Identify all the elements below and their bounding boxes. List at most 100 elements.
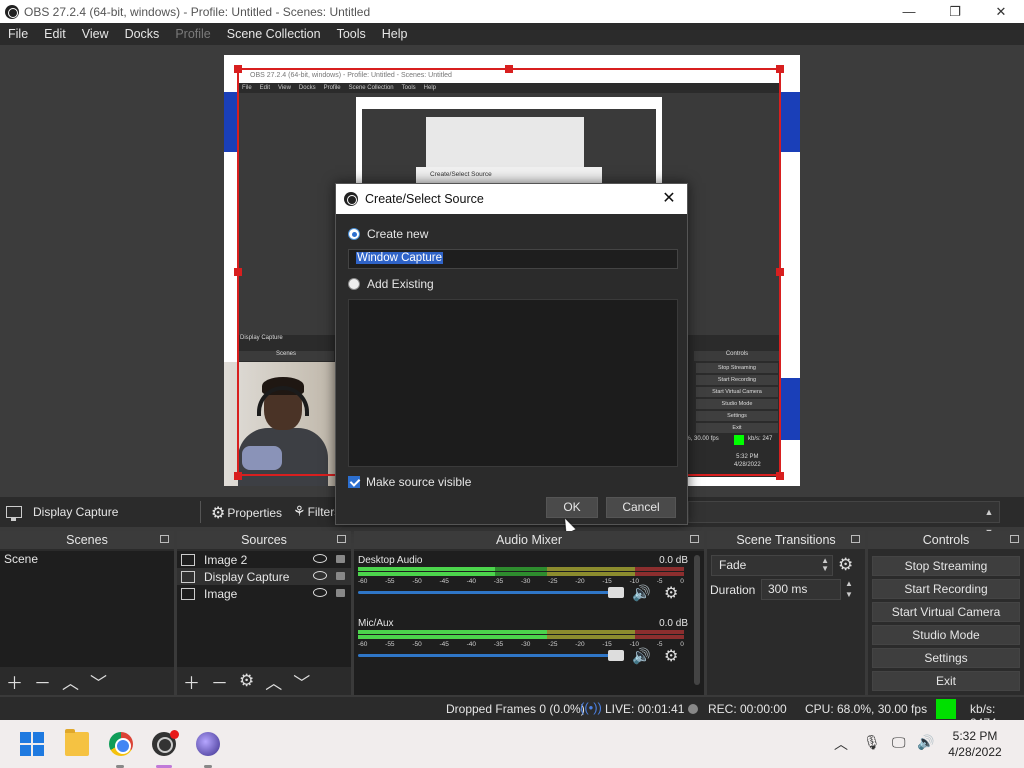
app-icon[interactable] [196,732,220,756]
menu-docks[interactable]: Docks [117,27,168,41]
chevron-up-icon[interactable]: ︿ [834,734,848,754]
gear-icon[interactable]: ⚙ [664,583,678,603]
meter-tick-label: -55 [385,641,395,648]
rec-indicator-icon [688,704,698,714]
menu-edit[interactable]: Edit [36,27,74,41]
volume-slider-knob[interactable] [608,587,624,598]
create-new-radio[interactable] [348,228,360,240]
scenes-toolbar: ＋ － ︿ ﹀ [0,667,174,695]
remove-source-button[interactable]: － [211,669,228,694]
menu-tools[interactable]: Tools [329,27,374,41]
meter-tick-label: -50 [412,641,422,648]
move-up-button[interactable]: ︿ [265,669,282,694]
volume-slider[interactable] [358,591,622,594]
controls-dock: Controls Stop Streaming Start Recording … [868,531,1024,695]
move-down-button[interactable]: ﹀ [293,669,310,694]
stop-streaming-button[interactable]: Stop Streaming [872,556,1020,576]
speaker-icon[interactable]: 🔊 [632,647,651,665]
maximize-button[interactable]: ❐ [932,0,978,23]
scene-item[interactable]: Scene [0,551,174,568]
resize-handle[interactable] [776,268,784,276]
menu-profile[interactable]: Profile [167,27,218,41]
undock-icon[interactable] [160,535,169,543]
move-down-button[interactable]: ﹀ [90,669,107,694]
gear-icon[interactable]: ⚙ [664,646,678,666]
ok-button[interactable]: OK [546,497,598,518]
remove-scene-button[interactable]: － [34,669,51,694]
start-recording-button[interactable]: Start Recording [872,579,1020,599]
source-name-input[interactable]: Window Capture [348,249,678,269]
nested-menu-item: View [278,85,291,91]
properties-button[interactable]: ⚙ Properties [211,503,282,523]
volume-icon[interactable]: 🔊 [917,734,934,751]
dialog-close-button[interactable]: ✕ [659,189,679,209]
source-properties-button[interactable]: ⚙ [239,671,254,691]
start-icon[interactable] [20,732,44,756]
source-dropdown[interactable]: ▲▼ [688,501,1000,537]
sources-list[interactable]: Image 2 Display Capture Image [177,551,351,667]
existing-sources-list[interactable] [348,299,678,467]
chrome-icon[interactable] [109,732,133,756]
minimize-button[interactable]: — [886,0,932,23]
microphone-icon[interactable]: 🎙 [863,734,881,751]
resize-handle[interactable] [234,268,242,276]
meter-tick-label: -20 [575,641,585,648]
gear-icon: ⚙ [211,505,226,522]
nested-time: 5:32 PM [736,454,759,460]
resize-handle[interactable] [776,65,784,73]
undock-icon[interactable] [337,535,346,543]
add-scene-button[interactable]: ＋ [6,669,23,694]
menu-view[interactable]: View [74,27,117,41]
add-existing-radio[interactable] [348,278,360,290]
resize-handle[interactable] [505,65,513,73]
undock-icon[interactable] [851,535,860,543]
nested-control-button: Start Recording [696,375,778,385]
duration-input[interactable]: 300 ms [761,579,841,600]
source-item[interactable]: Image 2 [177,551,351,568]
speaker-icon[interactable]: 🔊 [632,584,651,602]
cancel-button[interactable]: Cancel [606,497,676,518]
menu-file[interactable]: File [0,27,36,41]
transition-select[interactable]: Fade ▲ ▼ [711,555,833,576]
eye-icon[interactable] [313,554,327,563]
scenes-list[interactable]: Scene [0,551,174,667]
sources-header: Sources [177,531,351,549]
mixer-scrollbar[interactable] [694,555,700,685]
resize-handle[interactable] [234,472,242,480]
undock-icon[interactable] [690,535,699,543]
eye-icon[interactable] [313,588,327,597]
chevron-updown-icon: ▲▼ [821,556,829,573]
start-virtual-camera-button[interactable]: Start Virtual Camera [872,602,1020,622]
volume-slider[interactable] [358,654,622,657]
studio-mode-button[interactable]: Studio Mode [872,625,1020,645]
file-explorer-icon[interactable] [65,729,89,756]
make-visible-option[interactable]: Make source visible [348,475,471,489]
duration-spinner[interactable]: ▲ ▼ [845,578,853,600]
exit-button[interactable]: Exit [872,671,1020,691]
move-up-button[interactable]: ︿ [62,669,79,694]
add-source-button[interactable]: ＋ [183,669,200,694]
lock-icon[interactable] [336,589,345,597]
lock-icon[interactable] [336,572,345,580]
create-new-option[interactable]: Create new [348,227,428,241]
close-button[interactable]: ✕ [978,0,1024,23]
lock-icon[interactable] [336,555,345,563]
filters-button[interactable]: ⚘ Filters [293,503,340,520]
add-existing-option[interactable]: Add Existing [348,277,434,291]
gear-icon[interactable]: ⚙ [838,555,853,575]
eye-icon[interactable] [313,571,327,580]
menu-help[interactable]: Help [374,27,416,41]
source-item[interactable]: Image [177,585,351,602]
network-icon[interactable]: 🖵 [892,734,906,751]
settings-button[interactable]: Settings [872,648,1020,668]
channel-db: 0.0 dB [659,555,688,566]
undock-icon[interactable] [1010,535,1019,543]
source-item[interactable]: Display Capture [177,568,351,585]
volume-slider-knob[interactable] [608,650,624,661]
resize-handle[interactable] [234,65,242,73]
taskbar-clock[interactable]: 5:32 PM 4/28/2022 [940,728,1010,760]
dropped-frames: Dropped Frames 0 (0.0%) [446,702,585,716]
resize-handle[interactable] [776,472,784,480]
menu-scene-collection[interactable]: Scene Collection [219,27,329,41]
make-visible-checkbox[interactable] [348,476,360,488]
